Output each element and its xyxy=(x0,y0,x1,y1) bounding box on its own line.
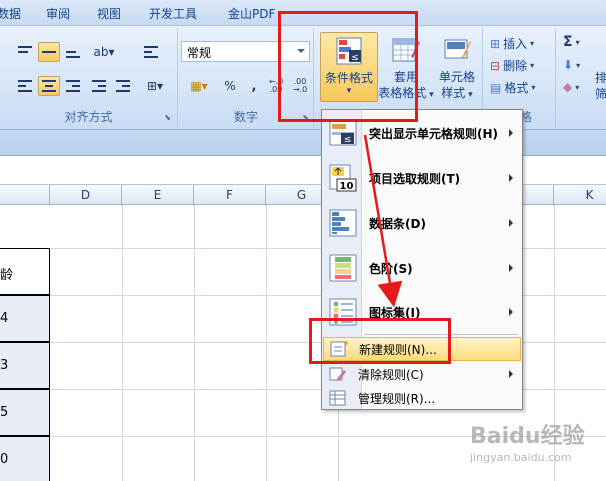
excel-window: 数据 审阅 视图 开发工具 金山PDF ab▾ ⊞▾ 对齐方式 ⬊ 常规 ▦▾ … xyxy=(0,0,606,481)
watermark-logo: Baidu经验 xyxy=(470,424,585,449)
annotation-arrow xyxy=(363,134,403,308)
watermark-url: jingyan.baidu.com xyxy=(470,451,572,464)
